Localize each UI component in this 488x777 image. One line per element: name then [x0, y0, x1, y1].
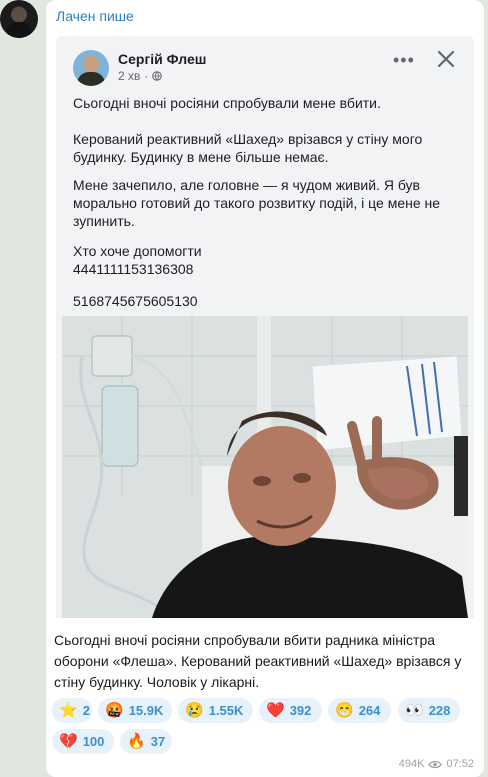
post-time: 2 хв: [118, 69, 141, 83]
facebook-post-screenshot[interactable]: Сергій Флеш 2 хв · ••• Сьогодні вночі ро…: [56, 36, 474, 618]
reaction-star[interactable]: ⭐ 2: [52, 698, 92, 723]
grinning-face-icon: 😁: [335, 702, 354, 719]
post-paragraph: Керований реактивний «Шахед» врізався у …: [73, 131, 423, 165]
reaction-count: 1.55K: [208, 703, 244, 718]
reaction-fire[interactable]: 🔥 37: [120, 729, 172, 754]
channel-name[interactable]: Лачен пише: [56, 8, 134, 24]
message-footer: 494K 07:52: [399, 758, 474, 770]
reaction-count: 37: [150, 734, 166, 749]
message-bubble: Лачен пише Сергій Флеш 2 хв · ••• Сьогод…: [46, 0, 484, 777]
reaction-heart[interactable]: ❤️ 392: [259, 698, 322, 723]
reaction-crying[interactable]: 😢 1.55K: [178, 698, 253, 723]
reaction-broken-heart[interactable]: 💔 100: [52, 729, 114, 754]
reaction-angry[interactable]: 🤬 15.9K: [98, 698, 172, 723]
card-number: 4441111153136308: [73, 261, 194, 277]
star-icon: ⭐: [59, 702, 78, 719]
hospital-selfie-photo: [62, 316, 468, 618]
reaction-eyes[interactable]: 👀 228: [398, 698, 460, 723]
eyes-icon: 👀: [405, 702, 424, 719]
angry-face-icon: 🤬: [105, 702, 124, 719]
heart-icon: ❤️: [266, 702, 285, 719]
channel-avatar[interactable]: [0, 0, 38, 38]
post-paragraph: Мене зачепило, але головне — я чудом жив…: [73, 177, 441, 229]
reaction-count: 100: [82, 734, 105, 749]
author-avatar: [73, 50, 109, 86]
crying-face-icon: 😢: [185, 702, 204, 719]
card-number: 5168745675605130: [73, 293, 198, 309]
globe-icon: [152, 71, 163, 81]
post-meta: 2 хв ·: [118, 69, 163, 83]
post-paragraph: Сьогодні вночі росіяни спробували мене в…: [73, 95, 381, 111]
message-time: 07:52: [446, 758, 474, 770]
more-dots-icon: •••: [393, 50, 415, 70]
message-caption: Сьогодні вночі росіяни спробували вбити …: [54, 632, 462, 690]
post-paragraph: Хто хоче допомогти: [73, 243, 202, 259]
reaction-grin[interactable]: 😁 264: [328, 698, 391, 723]
author-name: Сергій Флеш: [118, 51, 207, 67]
reaction-count: 392: [289, 703, 312, 718]
reaction-count: 2: [82, 703, 90, 718]
fire-icon: 🔥: [127, 733, 146, 750]
reaction-count: 228: [428, 703, 451, 718]
eye-icon: [428, 760, 443, 768]
reaction-count: 264: [358, 703, 381, 718]
close-icon: [437, 50, 455, 68]
broken-heart-icon: 💔: [59, 733, 78, 750]
reaction-count: 15.9K: [128, 703, 164, 718]
views-count: 494K: [398, 758, 425, 770]
